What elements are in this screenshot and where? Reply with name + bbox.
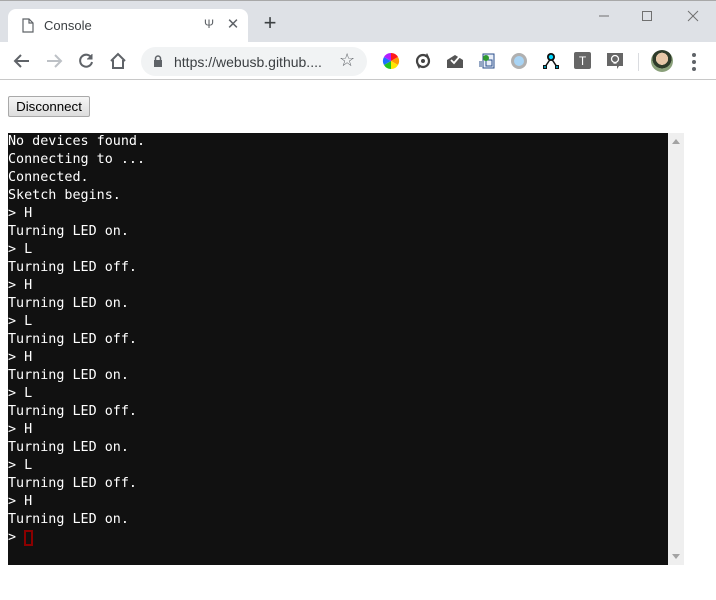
console-line: > L: [8, 458, 33, 473]
forward-button[interactable]: [43, 50, 65, 72]
tab-close-icon[interactable]: ✕: [225, 15, 241, 33]
menu-dot-icon: [692, 53, 696, 57]
document-extension-icon[interactable]: [478, 52, 496, 70]
console-line: Turning LED off.: [8, 476, 137, 491]
back-button[interactable]: [11, 50, 33, 72]
disconnect-button[interactable]: Disconnect: [8, 96, 90, 117]
scroll-up-arrow-icon[interactable]: [672, 139, 680, 144]
maximize-icon: [642, 11, 652, 21]
console-input-line[interactable]: >: [8, 529, 668, 547]
console-line: > H: [8, 494, 33, 509]
browser-toolbar: https://webusb.github.... ☆ T: [0, 42, 716, 80]
tab-title: Console: [44, 18, 92, 33]
tab-strip: Console Ψ ✕ +: [0, 0, 716, 43]
console-line: > L: [8, 242, 33, 257]
tab-console[interactable]: Console Ψ ✕: [8, 9, 248, 43]
window-close-button[interactable]: [678, 5, 708, 27]
minimize-icon: [599, 15, 609, 17]
console-output[interactable]: No devices found. Connecting to ... Connec…: [8, 133, 668, 565]
url-text[interactable]: https://webusb.github....: [174, 54, 322, 70]
serial-console[interactable]: No devices found. Connecting to ... Connec…: [8, 133, 684, 565]
color-wheel-extension-icon[interactable]: [382, 52, 400, 70]
console-line: Turning LED off.: [8, 260, 137, 275]
page-icon: [22, 18, 34, 33]
console-line: > L: [8, 314, 33, 329]
profile-avatar[interactable]: [651, 50, 673, 72]
browser-menu-button[interactable]: [688, 51, 700, 71]
console-line: > L: [8, 386, 33, 401]
home-button[interactable]: [107, 50, 129, 72]
lightbulb-extension-icon[interactable]: [606, 52, 624, 70]
console-line: Turning LED on.: [8, 512, 129, 527]
console-line: > H: [8, 350, 33, 365]
menu-dot-icon: [692, 67, 696, 71]
new-tab-button[interactable]: +: [260, 12, 280, 34]
toolbar-divider: [638, 53, 639, 71]
console-line: > H: [8, 422, 33, 437]
maximize-button[interactable]: [632, 5, 662, 27]
console-line: Sketch begins.: [8, 188, 121, 203]
usb-icon: Ψ: [204, 17, 215, 31]
console-line: > H: [8, 278, 33, 293]
circle-extension-icon[interactable]: [510, 52, 528, 70]
scroll-down-arrow-icon[interactable]: [672, 554, 680, 559]
console-line: Connecting to ...: [8, 152, 146, 167]
lock-icon[interactable]: [153, 55, 163, 67]
console-line: Turning LED on.: [8, 296, 129, 311]
back-arrow-icon: [13, 54, 29, 68]
reload-icon: [79, 53, 93, 68]
console-prompt: >: [8, 530, 25, 545]
console-line: Turning LED off.: [8, 404, 137, 419]
window-close-icon: [687, 10, 699, 22]
address-bar[interactable]: https://webusb.github.... ☆: [141, 47, 367, 76]
menu-dot-icon: [692, 60, 696, 64]
console-line: Turning LED off.: [8, 332, 137, 347]
minimize-button[interactable]: [589, 5, 619, 27]
console-line: Turning LED on.: [8, 368, 129, 383]
console-line: > H: [8, 206, 33, 221]
text-extension-icon[interactable]: T: [574, 52, 591, 69]
console-line: No devices found.: [8, 134, 146, 149]
console-line: Turning LED on.: [8, 440, 129, 455]
reload-button[interactable]: [75, 50, 97, 72]
console-scrollbar[interactable]: [668, 133, 684, 565]
bookmark-star-icon[interactable]: ☆: [339, 50, 355, 71]
sync-extension-icon[interactable]: [414, 52, 432, 70]
forward-arrow-icon: [47, 54, 63, 68]
console-line: Turning LED on.: [8, 224, 129, 239]
text-cursor: [24, 530, 34, 546]
mail-extension-icon[interactable]: [446, 52, 464, 70]
console-line: Connected.: [8, 170, 89, 185]
home-icon: [110, 52, 126, 69]
network-extension-icon[interactable]: [542, 52, 560, 70]
